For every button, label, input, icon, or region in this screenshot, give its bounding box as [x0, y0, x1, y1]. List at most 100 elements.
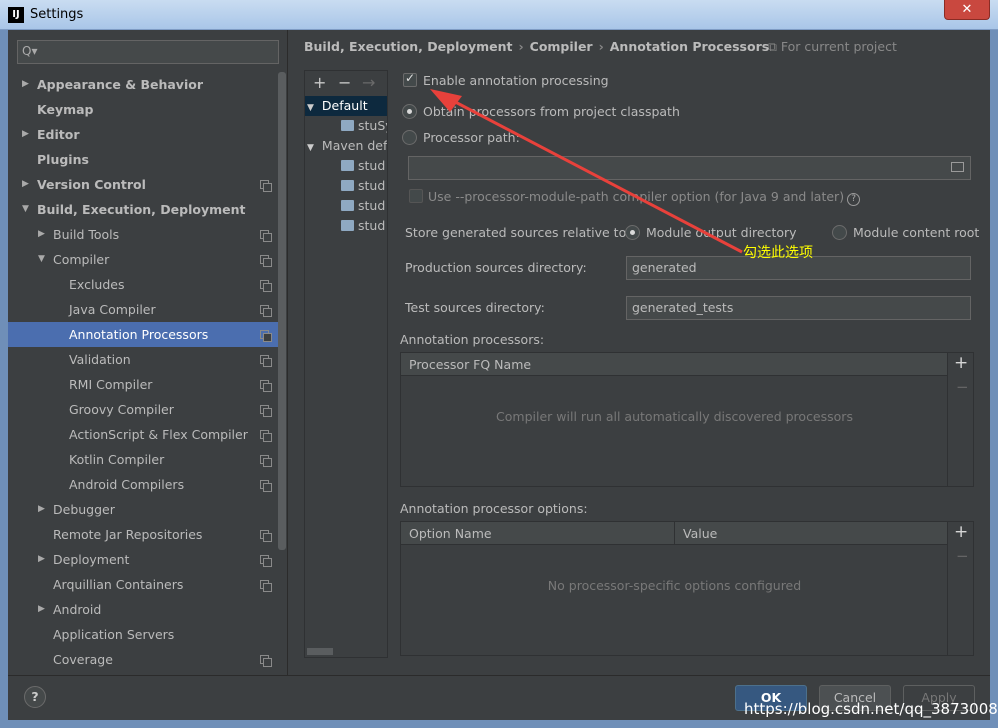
sidebar-item-label: Version Control	[37, 177, 146, 192]
module-path-checkbox[interactable]	[409, 189, 423, 203]
chevron-right-icon[interactable]: ▶	[22, 172, 29, 197]
sidebar-item[interactable]: Java Compiler	[8, 297, 286, 322]
processor-fq-name-column[interactable]: Processor FQ Name	[401, 353, 948, 376]
obtain-from-classpath-label: Obtain processors from project classpath	[423, 104, 680, 119]
remove-profile-button[interactable]: −	[338, 73, 351, 92]
profiles-scrollbar[interactable]	[307, 648, 333, 655]
module-path-option: Use --processor-module-path compiler opt…	[428, 189, 861, 206]
profile-item[interactable]: stud	[305, 176, 387, 196]
project-scope-icon	[260, 330, 272, 342]
profile-item[interactable]: stuSy	[305, 116, 387, 136]
sidebar-item[interactable]: ▶ Deployment	[8, 547, 286, 572]
module-content-root-radio[interactable]	[832, 225, 847, 240]
sidebar-item[interactable]: ▶ Android	[8, 597, 286, 622]
settings-search-field[interactable]: Q▾	[17, 40, 279, 64]
profile-item-label: stud	[358, 198, 386, 213]
table-toolbar: + −	[947, 353, 973, 486]
folder-icon[interactable]	[951, 162, 964, 172]
footer-divider	[8, 675, 990, 676]
chevron-right-icon[interactable]: ▶	[22, 122, 29, 147]
help-button[interactable]: ?	[24, 686, 46, 708]
breadcrumb-separator-icon: ›	[598, 39, 604, 54]
search-icon: Q▾	[22, 44, 38, 58]
sidebar-item[interactable]: Plugins	[8, 147, 286, 172]
processor-path-field[interactable]	[408, 156, 971, 180]
chevron-right-icon[interactable]: ▶	[38, 597, 45, 622]
processor-path-radio[interactable]	[402, 130, 417, 145]
sidebar-item-label: Deployment	[53, 552, 130, 567]
sidebar-item[interactable]: ▼ Compiler	[8, 247, 286, 272]
sidebar-item-label: Android	[53, 602, 102, 617]
value-column[interactable]: Value	[675, 522, 948, 545]
sidebar-item[interactable]: Android Compilers	[8, 472, 286, 497]
profile-item-label: Maven def	[321, 138, 387, 153]
project-scope-icon	[260, 455, 272, 467]
chevron-down-icon[interactable]: ▼	[38, 247, 45, 272]
test-sources-field[interactable]: generated_tests	[626, 296, 971, 320]
annotation-processors-table: Processor FQ Name Compiler will run all …	[400, 352, 974, 487]
add-option-button[interactable]: +	[954, 522, 968, 542]
project-scope-icon	[260, 255, 272, 267]
sidebar-item-label: Remote Jar Repositories	[53, 527, 203, 542]
chevron-right-icon[interactable]: ▶	[38, 222, 45, 247]
enable-annotation-processing-checkbox[interactable]	[403, 71, 417, 87]
sidebar-item[interactable]: Application Servers	[8, 622, 286, 647]
add-profile-button[interactable]: +	[313, 73, 326, 92]
project-scope-icon	[260, 480, 272, 492]
sidebar-item[interactable]: Excludes	[8, 272, 286, 297]
sidebar-item[interactable]: ▶ Appearance & Behavior	[8, 72, 286, 97]
profile-item[interactable]: stud	[305, 216, 387, 236]
window-title: Settings	[30, 7, 84, 22]
profile-item[interactable]: stud	[305, 156, 387, 176]
chevron-right-icon[interactable]: ▶	[22, 72, 29, 97]
profile-item[interactable]: stud	[305, 196, 387, 216]
annotation-note: 勾选此选项	[743, 245, 813, 261]
sidebar-item[interactable]: Remote Jar Repositories	[8, 522, 286, 547]
sidebar-item[interactable]: ▶ Debugger	[8, 497, 286, 522]
profile-item[interactable]: ▼ Maven def	[305, 136, 387, 156]
sidebar-item[interactable]: Validation	[8, 347, 286, 372]
sidebar-item[interactable]: Keymap	[8, 97, 286, 122]
project-scope-icon	[260, 280, 272, 292]
sidebar-item[interactable]: Annotation Processors	[8, 322, 286, 347]
remove-processor-button[interactable]: −	[956, 378, 969, 396]
chevron-right-icon[interactable]: ▶	[38, 547, 45, 572]
sidebar-item[interactable]: Coverage	[8, 647, 286, 672]
sidebar-item[interactable]: Arquillian Containers	[8, 572, 286, 597]
profile-item[interactable]: ▼ Default	[305, 96, 387, 116]
chevron-down-icon[interactable]: ▼	[307, 143, 314, 153]
sidebar-item[interactable]: Groovy Compiler	[8, 397, 286, 422]
title-bar: IJ Settings ✕	[0, 0, 998, 30]
module-output-directory-radio[interactable]	[625, 225, 640, 240]
sidebar-item[interactable]: ActionScript & Flex Compiler	[8, 422, 286, 447]
help-icon[interactable]: ?	[847, 193, 861, 206]
sidebar-item[interactable]: ▶ Editor	[8, 122, 286, 147]
sidebar-item-label: RMI Compiler	[69, 377, 153, 392]
sidebar-item[interactable]: ▶ Build Tools	[8, 222, 286, 247]
chevron-down-icon[interactable]: ▼	[22, 197, 29, 222]
close-button[interactable]: ✕	[944, 0, 990, 20]
sidebar-item[interactable]: ▼ Build, Execution, Deployment	[8, 197, 286, 222]
chevron-down-icon[interactable]: ▼	[307, 103, 314, 113]
chevron-right-icon[interactable]: ▶	[38, 497, 45, 522]
profile-item-label: stud	[358, 178, 386, 193]
sidebar-item-label: Keymap	[37, 102, 94, 117]
module-icon	[341, 120, 354, 131]
add-processor-button[interactable]: +	[954, 353, 968, 373]
processor-options-title: Annotation processor options:	[400, 501, 588, 516]
move-to-profile-button[interactable]: →	[362, 73, 375, 92]
table-toolbar: + −	[947, 522, 973, 655]
sidebar-item[interactable]: RMI Compiler	[8, 372, 286, 397]
option-name-column[interactable]: Option Name	[401, 522, 675, 545]
remove-option-button[interactable]: −	[956, 547, 969, 565]
obtain-from-classpath-radio[interactable]	[402, 104, 417, 119]
project-scope-icon	[260, 580, 272, 592]
splitter[interactable]	[287, 30, 288, 675]
settings-tree-scrollbar[interactable]	[278, 72, 286, 550]
sidebar-item[interactable]: ▶ Version Control	[8, 172, 286, 197]
annotation-processors-title: Annotation processors:	[400, 332, 545, 347]
module-icon	[341, 220, 354, 231]
module-icon	[341, 180, 354, 191]
sidebar-item[interactable]: Kotlin Compiler	[8, 447, 286, 472]
empty-state-text: No processor-specific options configured	[547, 578, 802, 593]
